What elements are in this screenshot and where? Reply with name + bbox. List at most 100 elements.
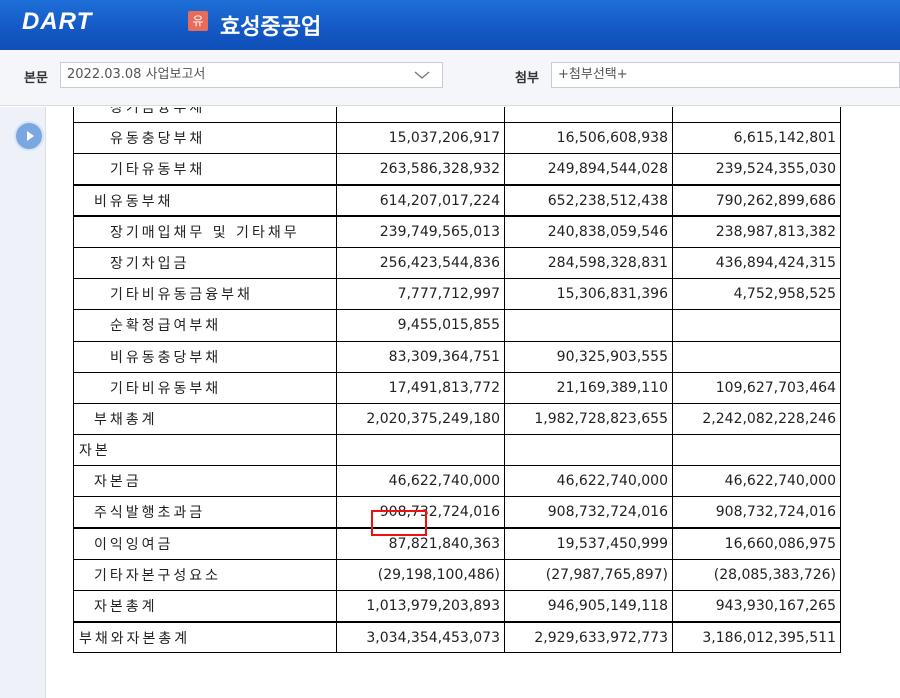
value-cell: 7,777,712,997	[336, 278, 505, 311]
value-cell: 238,987,813,382	[672, 215, 841, 248]
table-row: 순확정급여부채 9,455,015,855	[73, 309, 841, 342]
table-row: 기타비유동금융부채 7,777,712,997 15,306,831,396 4,75…	[73, 278, 841, 311]
row-label: 비유동충당부채	[73, 340, 337, 373]
value-cell: (29,198,100,486)	[336, 558, 505, 592]
value-cell: 239,524,355,030	[672, 153, 841, 186]
row-label: 비유동부채	[73, 184, 337, 217]
value-cell: 790,262,899,686	[672, 184, 841, 217]
left-navigation-rail	[0, 107, 46, 698]
dart-logo[interactable]: DART	[22, 8, 92, 36]
table-row: 비유동부채 614,207,017,224 652,238,512,438 790,2…	[73, 184, 841, 217]
table-row: 장기매입채무 및 기타채무 239,749,565,013 240,838,059,…	[73, 215, 841, 248]
value-cell	[504, 107, 673, 124]
value-cell: 109,627,703,464	[672, 371, 841, 404]
selection-highlight-box	[371, 510, 427, 536]
main-doc-select-value: 2022.03.08 사업보고서	[67, 67, 206, 82]
value-cell: 2,242,082,228,246	[672, 402, 841, 436]
table-row: 비유동충당부채 83,309,364,751 90,325,903,555	[73, 340, 841, 373]
value-cell: 83,309,364,751	[336, 340, 505, 373]
row-label: 기타유동부채	[73, 153, 337, 186]
logo-text: DART	[22, 8, 93, 35]
row-label: 부채총계	[73, 402, 337, 436]
row-label: 기타비유동금융부채	[73, 278, 337, 311]
value-cell: 1,982,728,823,655	[504, 402, 673, 436]
value-cell: 436,894,424,315	[672, 246, 841, 280]
value-cell: 46,622,740,000	[672, 465, 841, 498]
value-cell	[336, 434, 505, 467]
value-cell	[672, 434, 841, 467]
attachment-select[interactable]: +첨부선택+	[551, 62, 900, 88]
table-row: 이익잉여금 87,821,840,363 19,537,450,999 16,660,…	[73, 527, 841, 560]
row-label: 기타비유동부채	[73, 371, 337, 404]
table-row: 기타비유동부채 17,491,813,772 21,169,389,110 109,6…	[73, 371, 841, 404]
table-row: 기타자본구성요소 (29,198,100,486) (27,987,765,897)…	[73, 558, 841, 592]
value-cell: 2,929,633,972,773	[504, 620, 673, 654]
row-label: 기타자본구성요소	[73, 558, 337, 592]
value-cell: 3,034,354,453,073	[336, 620, 505, 654]
market-badge: 유	[188, 11, 208, 31]
company-title: 효성중공업	[220, 15, 322, 40]
chevron-down-icon	[414, 71, 430, 79]
table-row: 부채총계 2,020,375,249,180 1,982,728,823,655 2,…	[73, 402, 841, 436]
value-cell: 46,622,740,000	[336, 465, 505, 498]
value-cell	[672, 107, 841, 124]
value-cell: 15,037,206,917	[336, 122, 505, 155]
row-label: 자본금	[73, 465, 337, 498]
table-row: 자본	[73, 434, 841, 467]
table-row: 유동충당부채 15,037,206,917 16,506,608,938 6,615,…	[73, 122, 841, 155]
table-row: 자본총계 1,013,979,203,893 946,905,149,118 943,…	[73, 589, 841, 623]
value-cell: (28,085,383,726)	[672, 558, 841, 592]
value-cell: 256,423,544,836	[336, 246, 505, 280]
value-cell: 1,013,979,203,893	[336, 589, 505, 623]
row-label: 유동충당부채	[73, 122, 337, 155]
value-cell	[672, 340, 841, 373]
document-content: 장기금융부채 유동충당부채 15,037,206,917 16,506,608,938…	[47, 107, 900, 698]
value-cell: 16,506,608,938	[504, 122, 673, 155]
table-row: 주식발행초과금 908,732,724,016 908,732,724,016 908…	[73, 496, 841, 529]
value-cell: 6,615,142,801	[672, 122, 841, 155]
value-cell: 19,537,450,999	[504, 527, 673, 560]
value-cell: 908,732,724,016	[672, 496, 841, 529]
value-cell: 263,586,328,932	[336, 153, 505, 186]
table-row: 장기차입금 256,423,544,836 284,598,328,831 436,8…	[73, 246, 841, 280]
row-label: 자본	[73, 434, 337, 467]
value-cell	[672, 309, 841, 342]
row-label: 주식발행초과금	[73, 496, 337, 529]
value-cell: 9,455,015,855	[336, 309, 505, 342]
value-cell: 90,325,903,555	[504, 340, 673, 373]
value-cell: 2,020,375,249,180	[336, 402, 505, 436]
value-cell: 946,905,149,118	[504, 589, 673, 623]
expand-sidebar-button[interactable]	[14, 121, 44, 151]
value-cell: 46,622,740,000	[504, 465, 673, 498]
row-label: 장기차입금	[73, 246, 337, 280]
value-cell: (27,987,765,897)	[504, 558, 673, 592]
value-cell: 943,930,167,265	[672, 589, 841, 623]
table-row: 자본금 46,622,740,000 46,622,740,000 46,622,74…	[73, 465, 841, 498]
balance-sheet-table: 장기금융부채 유동충당부채 15,037,206,917 16,506,608,938…	[73, 107, 841, 654]
attachment-label: 첨부	[515, 71, 539, 86]
table-row: 부채와자본총계 3,034,354,453,073 2,929,633,972,77…	[73, 620, 841, 654]
attachment-select-value: +첨부선택+	[558, 67, 628, 82]
value-cell: 239,749,565,013	[336, 215, 505, 248]
value-cell: 21,169,389,110	[504, 371, 673, 404]
value-cell: 908,732,724,016	[504, 496, 673, 529]
table-row: 장기금융부채	[73, 107, 841, 124]
main-doc-select[interactable]: 2022.03.08 사업보고서	[60, 62, 443, 88]
main-doc-label: 본문	[24, 71, 48, 86]
value-cell: 284,598,328,831	[504, 246, 673, 280]
row-label: 장기금융부채	[73, 107, 337, 124]
value-cell: 3,186,012,395,511	[672, 620, 841, 654]
row-label: 순확정급여부채	[73, 309, 337, 342]
value-cell	[336, 107, 505, 124]
value-cell	[504, 309, 673, 342]
value-cell: 15,306,831,396	[504, 278, 673, 311]
value-cell: 17,491,813,772	[336, 371, 505, 404]
row-label: 장기매입채무 및 기타채무	[73, 215, 337, 248]
table-row: 기타유동부채 263,586,328,932 249,894,544,028 239,…	[73, 153, 841, 186]
value-cell	[504, 434, 673, 467]
value-cell: 249,894,544,028	[504, 153, 673, 186]
chevron-right-icon	[27, 131, 34, 141]
row-label: 이익잉여금	[73, 527, 337, 560]
value-cell: 4,752,958,525	[672, 278, 841, 311]
value-cell: 16,660,086,975	[672, 527, 841, 560]
